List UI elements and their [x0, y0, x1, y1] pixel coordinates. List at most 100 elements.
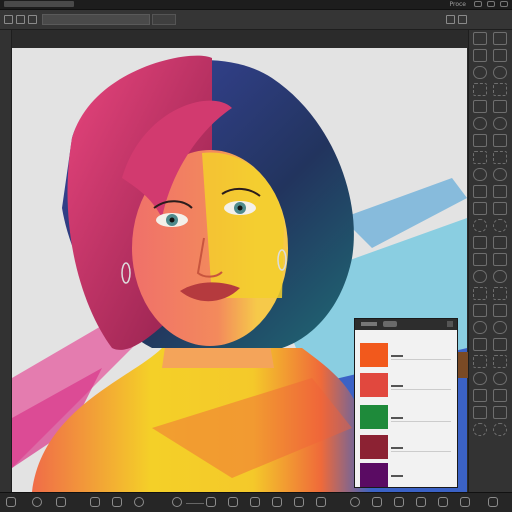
tool-icon[interactable]: [493, 321, 507, 334]
tool-icon[interactable]: [493, 168, 507, 181]
tool-icon[interactable]: [493, 66, 507, 79]
tool-icon[interactable]: [493, 338, 507, 351]
tool-icon[interactable]: [473, 406, 487, 419]
minimize-icon[interactable]: [474, 1, 482, 7]
lasso-icon[interactable]: [228, 497, 238, 507]
color-swatch[interactable]: [360, 435, 388, 459]
tool-icon[interactable]: [473, 253, 487, 266]
maximize-icon[interactable]: [487, 1, 495, 7]
tool-icon[interactable]: [473, 287, 487, 300]
separator: [186, 503, 204, 504]
tool-icon[interactable]: [473, 236, 487, 249]
tool-icon[interactable]: [493, 355, 507, 368]
tool-icon[interactable]: [493, 406, 507, 419]
tool-icon[interactable]: [493, 389, 507, 402]
eraser-icon[interactable]: [56, 497, 66, 507]
tool-preset-icon[interactable]: [4, 15, 13, 24]
tool-icon[interactable]: [493, 49, 507, 62]
panel-tab[interactable]: [361, 322, 377, 326]
tool-icon[interactable]: [473, 219, 487, 232]
tool-icon[interactable]: [316, 497, 326, 507]
tool-icon[interactable]: [206, 497, 216, 507]
swatch-item[interactable]: [355, 463, 459, 493]
ellipse-icon[interactable]: [134, 497, 144, 507]
tool-icon[interactable]: [493, 83, 507, 96]
rectangle-icon[interactable]: [90, 497, 100, 507]
history-icon[interactable]: [493, 423, 507, 436]
tool-icon[interactable]: [438, 497, 448, 507]
panel-toggle-icon[interactable]: [446, 15, 455, 24]
color-swatch[interactable]: [360, 405, 388, 429]
tool-icon[interactable]: [493, 100, 507, 113]
tool-icon[interactable]: [416, 497, 426, 507]
options-bar: [0, 10, 512, 30]
window-controls: [474, 1, 508, 7]
tool-icon[interactable]: [473, 83, 487, 96]
menu-text[interactable]: Proce: [449, 0, 466, 9]
swatch-item[interactable]: [355, 405, 459, 435]
tool-icon[interactable]: [473, 49, 487, 62]
tool-icon[interactable]: [473, 389, 487, 402]
tool-icon[interactable]: [493, 134, 507, 147]
tool-icon[interactable]: [294, 497, 304, 507]
tool-icon[interactable]: [473, 185, 487, 198]
divider: [391, 389, 451, 390]
swatch-item[interactable]: [355, 435, 459, 465]
workspace-icon[interactable]: [458, 15, 467, 24]
brush-icon[interactable]: [32, 497, 42, 507]
circle-icon[interactable]: [172, 497, 182, 507]
swatch-item[interactable]: [355, 343, 459, 373]
swatch-item[interactable]: [355, 373, 459, 403]
tool-icon[interactable]: [473, 151, 487, 164]
tool-icon[interactable]: [473, 372, 487, 385]
window-title: [4, 1, 74, 7]
panel-menu-icon[interactable]: [447, 321, 453, 327]
tool-icon[interactable]: [493, 219, 507, 232]
tool-icon[interactable]: [473, 304, 487, 317]
tool-icon[interactable]: [473, 100, 487, 113]
zoom-icon[interactable]: [350, 497, 360, 507]
tool-icon[interactable]: [473, 423, 487, 436]
tool-icon[interactable]: [493, 304, 507, 317]
tool-icon[interactable]: [460, 497, 470, 507]
tool-icon[interactable]: [272, 497, 282, 507]
tool-icon[interactable]: [493, 372, 507, 385]
tool-icon[interactable]: [488, 497, 498, 507]
panel-header[interactable]: [355, 319, 457, 330]
tool-icon[interactable]: [473, 321, 487, 334]
tool-icon[interactable]: [493, 287, 507, 300]
tool-icon[interactable]: [473, 168, 487, 181]
tool-icon[interactable]: [473, 202, 487, 215]
hand-icon[interactable]: [6, 497, 16, 507]
tool-icon[interactable]: [493, 202, 507, 215]
color-swatch[interactable]: [360, 463, 388, 487]
tool-icon[interactable]: [493, 253, 507, 266]
tool-icon[interactable]: [473, 134, 487, 147]
adjust-icon[interactable]: [493, 32, 507, 45]
tool-icon[interactable]: [493, 151, 507, 164]
tool-icon[interactable]: [250, 497, 260, 507]
tool-icon[interactable]: [112, 497, 122, 507]
tool-icon[interactable]: [473, 117, 487, 130]
tool-icon[interactable]: [372, 497, 382, 507]
tool-icon[interactable]: [493, 270, 507, 283]
tool-icon[interactable]: [473, 355, 487, 368]
color-swatch[interactable]: [360, 373, 388, 397]
mode-icon[interactable]: [16, 15, 25, 24]
close-icon[interactable]: [500, 1, 508, 7]
panel-tab-active[interactable]: [383, 321, 397, 327]
tool-icon[interactable]: [473, 66, 487, 79]
tool-icon[interactable]: [473, 270, 487, 283]
swatch-label-mark: [391, 385, 403, 387]
tool-icon[interactable]: [493, 236, 507, 249]
tool-icon[interactable]: [493, 117, 507, 130]
option-dropdown[interactable]: [152, 14, 176, 25]
tool-icon[interactable]: [493, 185, 507, 198]
tool-icon[interactable]: [473, 338, 487, 351]
option-field[interactable]: [42, 14, 150, 25]
title-bar: Proce: [0, 0, 512, 10]
layers-icon[interactable]: [473, 32, 487, 45]
tool-icon[interactable]: [394, 497, 404, 507]
settings-icon[interactable]: [28, 15, 37, 24]
color-swatch[interactable]: [360, 343, 388, 367]
